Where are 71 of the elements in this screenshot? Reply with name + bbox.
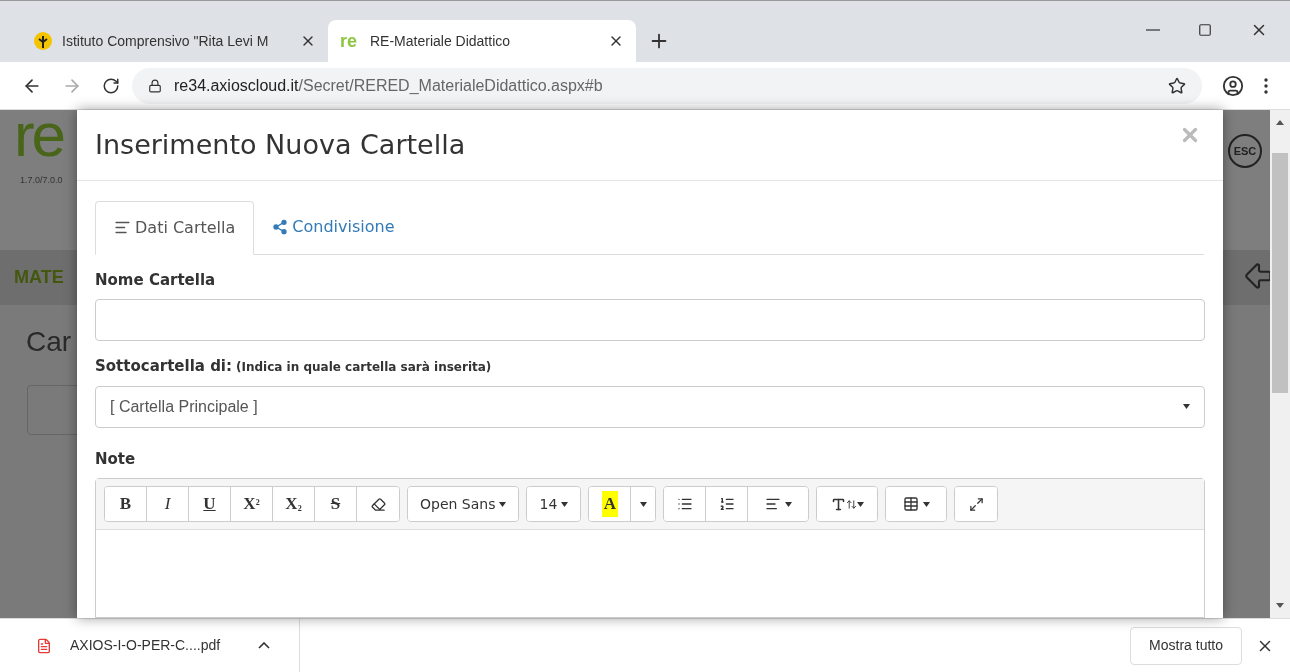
browser-tab[interactable]: re RE-Materiale Didattico <box>328 20 636 62</box>
italic-button[interactable]: I <box>147 487 189 521</box>
field-label: Note <box>95 448 137 470</box>
caret-icon <box>784 501 792 507</box>
strikethrough-button[interactable]: S <box>315 487 357 521</box>
script-button[interactable]: X$^{2}$ <box>231 487 273 521</box>
text-size-icon <box>830 496 846 512</box>
script-button[interactable]: X$_{2}$ <box>273 487 315 521</box>
reload-icon <box>102 76 120 95</box>
bookmark-star-icon <box>1168 76 1186 95</box>
bullet-list-button[interactable] <box>664 487 707 521</box>
caret-icon <box>922 501 930 507</box>
expand-icon <box>968 496 984 512</box>
dropdown-button[interactable]: 14 <box>527 487 581 521</box>
scroll-down-icon <box>1276 603 1284 608</box>
scroll-thumb[interactable] <box>1272 153 1288 393</box>
numbered-list-button[interactable] <box>706 487 749 521</box>
chevron-up-icon[interactable] <box>258 642 270 649</box>
lines-icon <box>114 219 131 236</box>
show-all-button[interactable]: Mostra tutto <box>1130 626 1242 665</box>
field-label: Nome Cartella <box>95 269 217 291</box>
align-button[interactable] <box>748 487 809 521</box>
share-icon <box>272 218 289 235</box>
up-down-arrow-icon <box>845 498 857 510</box>
scroll-up-icon <box>1276 120 1284 125</box>
field-label: Sottocartella di: (Indica in quale cartella sarà inserita) <box>95 356 493 377</box>
browser-tab[interactable]: Istituto Comprensivo "Rita Levi M <box>20 20 328 62</box>
dropdown-button[interactable]: Open Sans <box>408 487 519 521</box>
esc-label: ESC <box>1233 143 1257 159</box>
select-field[interactable]: [ Cartella Principale ] <box>95 385 1205 428</box>
eraser-icon <box>370 496 386 512</box>
highlight-swatch: A <box>601 491 618 517</box>
caret-icon <box>1183 404 1190 409</box>
version-label: 1.7.0/7.0.0 <box>20 174 64 187</box>
tree-favicon-icon <box>32 30 54 52</box>
site-logo: re <box>340 32 358 50</box>
caret-icon <box>499 501 507 507</box>
url-text: re34.axioscloud.it/Secret/RERED_MaterialeDidattico.aspx#b <box>174 75 604 96</box>
address-field[interactable]: re34.axioscloud.it/Secret/RERED_MaterialeDidattico.aspx#b <box>132 67 1202 104</box>
bold-button[interactable]: B <box>105 487 147 521</box>
align-icon <box>764 496 781 512</box>
dialog-tab[interactable]: Dati Cartella <box>95 200 255 255</box>
numbered-list-icon <box>718 496 735 512</box>
fullscreen-button[interactable] <box>955 487 998 521</box>
profile-icon <box>1222 74 1244 97</box>
eraser-button[interactable] <box>357 487 399 521</box>
page-heading: Car <box>25 325 73 359</box>
caret-icon <box>639 501 647 507</box>
line-height-button[interactable] <box>817 487 878 521</box>
scrollbar[interactable] <box>1270 110 1290 618</box>
dropdown-button[interactable] <box>631 487 656 521</box>
lock-icon <box>148 78 162 93</box>
table-button[interactable] <box>886 487 947 521</box>
menu-icon[interactable] <box>1264 77 1268 94</box>
maximize-icon <box>1198 23 1212 37</box>
table-icon <box>902 496 919 512</box>
menu-label: MATE <box>14 266 64 289</box>
download-filename[interactable]: AXIOS-I-O-PER-C....pdf <box>70 635 240 656</box>
pdf-file-icon <box>36 637 52 654</box>
underline-button[interactable]: U <box>189 487 231 521</box>
tab-title: Istituto Comprensivo "Rita Levi M <box>62 31 270 51</box>
dialog-tab[interactable]: Condivisione <box>254 199 413 254</box>
caret-icon <box>561 501 569 507</box>
field-hint: (Indica in quale cartella sarà inserita) <box>236 360 492 374</box>
tab-title: RE-Materiale Didattico <box>370 31 512 51</box>
highlight-button[interactable]: A <box>589 487 632 521</box>
modal-title: Inserimento Nuova Cartella <box>95 127 466 162</box>
caret-icon <box>856 501 864 507</box>
input-field[interactable] <box>95 299 1205 341</box>
site-logo: re <box>14 104 63 166</box>
bullet-list-icon <box>676 496 693 512</box>
